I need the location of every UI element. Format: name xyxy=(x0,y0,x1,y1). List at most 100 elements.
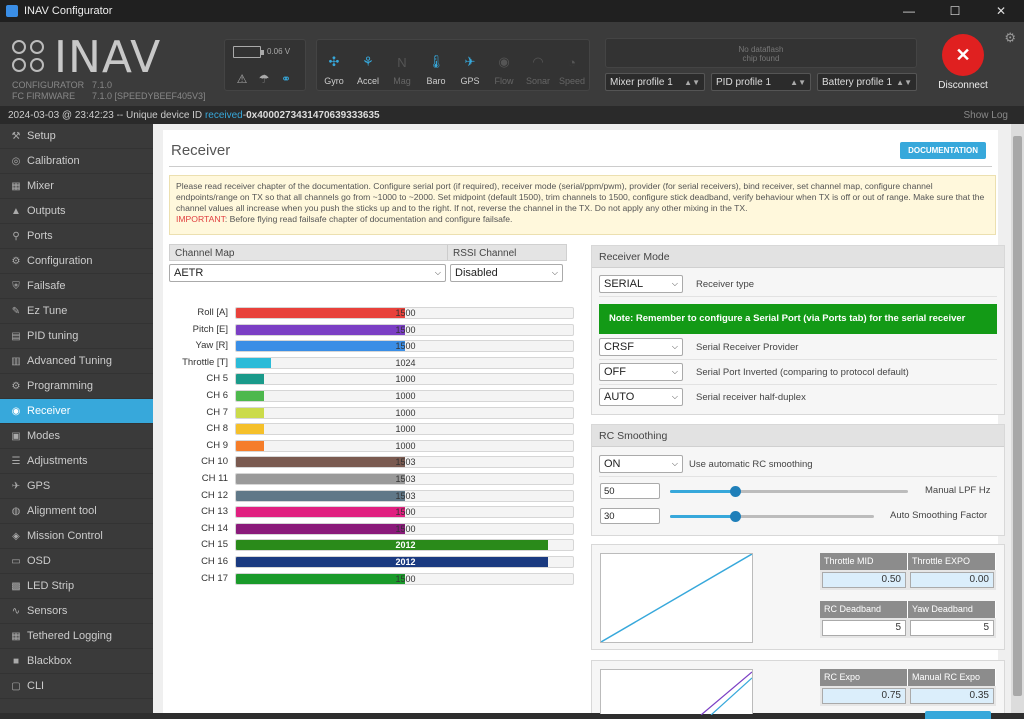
yaw-deadband-input[interactable]: 5 xyxy=(910,620,994,636)
receiver-type-select[interactable]: SERIAL ⌵ xyxy=(599,275,683,293)
battery-panel: 0.06 V ⚠ ☂ ⚭ xyxy=(224,39,306,91)
serial-inverted-value: OFF xyxy=(604,366,626,378)
sidebar-item-failsafe[interactable]: ⛨ Failsafe xyxy=(0,274,153,299)
sidebar-item-mission-control[interactable]: ◈ Mission Control xyxy=(0,524,153,549)
notice-text: Please read receiver chapter of the docu… xyxy=(176,181,985,213)
window-titlebar: INAV Configurator — ☐ ✕ xyxy=(0,0,1024,22)
sidebar-item-mixer[interactable]: ▦ Mixer xyxy=(0,174,153,199)
channel-row: CH 14 1500 xyxy=(169,522,574,535)
channel-label: Pitch [E] xyxy=(192,323,228,335)
half-duplex-label: Serial receiver half-duplex xyxy=(696,392,806,403)
channel-bar-track: 1000 xyxy=(235,423,574,436)
failsafe-icon: ⛨ xyxy=(12,280,20,292)
channel-row: CH 13 1500 xyxy=(169,505,574,519)
status-prefix: 2024-03-03 @ 23:42:23 -- Unique device I… xyxy=(8,109,203,121)
manual-lpf-slider-knob[interactable] xyxy=(730,486,741,497)
rc-deadband-label: RC Deadband xyxy=(820,601,908,618)
maximize-button[interactable]: ☐ xyxy=(932,0,978,22)
documentation-button[interactable]: DOCUMENTATION xyxy=(900,142,986,159)
sidebar-item-gps[interactable]: ✈ GPS xyxy=(0,474,153,499)
close-button[interactable]: ✕ xyxy=(978,0,1024,22)
sidebar-item-adjustments[interactable]: ☰ Adjustments xyxy=(0,449,153,474)
sensor-speed: ◔ Speed xyxy=(555,40,589,90)
sidebar-item-led-strip[interactable]: ▩ LED Strip xyxy=(0,574,153,599)
channel-label: CH 15 xyxy=(201,539,228,551)
channel-value: 1000 xyxy=(395,374,416,385)
manual-rc-expo-line xyxy=(710,677,753,716)
manual-rc-expo-input[interactable]: 0.35 xyxy=(910,688,994,704)
sidebar-item-osd[interactable]: ▭ OSD xyxy=(0,549,153,574)
content-scrollbar[interactable] xyxy=(1011,124,1024,713)
channel-value: 2012 xyxy=(395,540,416,551)
chevron-down-icon: ⌵ xyxy=(671,342,678,351)
auto-smoothing-select[interactable]: ON ⌵ xyxy=(599,455,683,473)
sidebar-item-programming[interactable]: ⚙ Programming xyxy=(0,374,153,399)
sidebar-item-label: CLI xyxy=(27,680,45,692)
sidebar-item-sensors[interactable]: ∿ Sensors xyxy=(0,599,153,624)
manual-lpf-slider[interactable] xyxy=(670,486,908,497)
scrollbar-thumb[interactable] xyxy=(1013,136,1022,696)
throttle-expo-input[interactable]: 0.00 xyxy=(910,572,994,588)
rssi-channel-select[interactable]: Disabled ⌵ xyxy=(450,264,563,282)
auto-smoothing-factor-input[interactable]: 30 xyxy=(600,508,660,524)
manual-lpf-slider-fill xyxy=(670,490,736,493)
sidebar-item-label: Blackbox xyxy=(27,655,72,667)
sidebar-item-outputs[interactable]: ▲ Outputs xyxy=(0,199,153,224)
brand-name: INAV xyxy=(54,32,162,83)
sidebar-item-blackbox[interactable]: ■ Blackbox xyxy=(0,649,153,674)
channel-value: 1000 xyxy=(395,440,416,451)
channel-map-input[interactable]: AETR ⌵ xyxy=(169,264,446,282)
rc-deadband-input[interactable]: 5 xyxy=(822,620,906,636)
sidebar-item-advanced-tuning[interactable]: ▥ Advanced Tuning xyxy=(0,349,153,374)
dataflash-line1: No dataflash xyxy=(738,45,784,54)
sidebar-item-alignment-tool[interactable]: ◍ Alignment tool xyxy=(0,499,153,524)
throttle-mid-input[interactable]: 0.50 xyxy=(822,572,906,588)
channel-value: 1500 xyxy=(395,341,416,352)
battery-profile-select[interactable]: Battery profile 1 ▲▼ xyxy=(817,73,917,91)
auto-smoothing-factor-slider-knob[interactable] xyxy=(730,511,741,522)
serial-inverted-select[interactable]: OFF ⌵ xyxy=(599,363,683,381)
pid-profile-select[interactable]: PID profile 1 ▲▼ xyxy=(711,73,811,91)
advanced-tuning-icon: ▥ xyxy=(11,355,21,367)
channel-bar-track: 1024 xyxy=(235,356,574,369)
sidebar-item-label: Ez Tune xyxy=(27,305,68,317)
sidebar-item-modes[interactable]: ▣ Modes xyxy=(0,424,153,449)
sidebar-item-configuration[interactable]: ⚙ Configuration xyxy=(0,249,153,274)
serial-provider-label: Serial Receiver Provider xyxy=(696,342,799,353)
channel-row: CH 9 1000 xyxy=(169,439,574,452)
sidebar-item-tethered-logging[interactable]: ▦ Tethered Logging xyxy=(0,624,153,649)
sidebar-item-calibration[interactable]: ◎ Calibration xyxy=(0,149,153,174)
minimize-button[interactable]: — xyxy=(886,0,932,22)
sidebar-item-ports[interactable]: ⚲ Ports xyxy=(0,224,153,249)
status-received: received xyxy=(204,109,243,121)
rc-expo-label: RC Expo xyxy=(820,669,908,686)
sensor-label: Sonar xyxy=(525,76,551,86)
sidebar-item-setup[interactable]: ⚒ Setup xyxy=(0,124,153,149)
chevron-down-icon: ⌵ xyxy=(671,459,678,468)
calibration-icon: ◎ xyxy=(11,155,21,167)
receiver-type-label: Receiver type xyxy=(696,279,755,290)
parachute-icon: ☂ xyxy=(258,72,270,86)
sidebar-item-cli[interactable]: ▢ CLI xyxy=(0,674,153,699)
auto-smoothing-factor-slider[interactable] xyxy=(670,511,874,522)
sensor-label: Mag xyxy=(393,76,411,86)
channel-label: Yaw [R] xyxy=(195,340,228,352)
serial-provider-select[interactable]: CRSF ⌵ xyxy=(599,338,683,356)
sidebar-item-receiver[interactable]: ◉ Receiver xyxy=(0,399,153,424)
half-duplex-select[interactable]: AUTO ⌵ xyxy=(599,388,683,406)
flow-icon: ◉ xyxy=(498,54,510,69)
programming-icon: ⚙ xyxy=(11,380,21,392)
throttle-expo-label: Throttle EXPO xyxy=(908,553,996,570)
settings-gear-icon[interactable]: ⚙ xyxy=(1004,30,1016,46)
manual-lpf-input[interactable]: 50 xyxy=(600,483,660,499)
save-button[interactable] xyxy=(925,711,991,719)
mixer-profile-select[interactable]: Mixer profile 1 ▲▼ xyxy=(605,73,705,91)
sidebar-item-pid-tuning[interactable]: ▤ PID tuning xyxy=(0,324,153,349)
half-duplex-value: AUTO xyxy=(604,391,635,403)
auto-smoothing-factor-label: Auto Smoothing Factor xyxy=(890,510,988,521)
sidebar-item-ez-tune[interactable]: ✎ Ez Tune xyxy=(0,299,153,324)
adjustments-icon: ☰ xyxy=(11,455,21,467)
show-log-link[interactable]: Show Log xyxy=(964,110,1008,121)
disconnect-button[interactable]: ✕ Disconnect xyxy=(934,34,992,91)
rc-expo-input[interactable]: 0.75 xyxy=(822,688,906,704)
